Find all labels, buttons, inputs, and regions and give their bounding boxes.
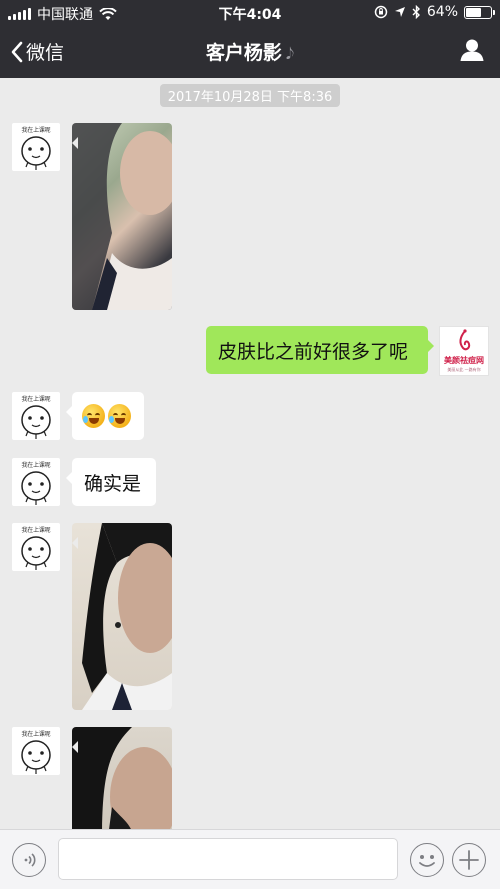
header: 中国联通 下午4:04 64% 微信 客户杨影 𝅘𝅥𝅮: [0, 0, 500, 78]
photo-content: [72, 123, 172, 310]
contact-avatar[interactable]: 我在上课呢: [12, 458, 60, 506]
nav-bar: 微信 客户杨影 𝅘𝅥𝅮: [0, 26, 500, 78]
crying-laughing-emoji: [108, 404, 131, 428]
photo-content: [82, 523, 172, 710]
battery-percent: 64%: [426, 4, 458, 20]
message-input[interactable]: [58, 838, 398, 880]
cartoon-face-icon: [21, 471, 51, 505]
crying-laughing-emoji: [82, 404, 105, 428]
cartoon-face-icon: [21, 136, 51, 170]
cartoon-face-icon: [21, 405, 51, 439]
contact-avatar[interactable]: 我在上课呢: [12, 523, 60, 571]
cartoon-face-icon: [21, 536, 51, 570]
timestamp: 2017年10月28日 下午8:36: [0, 84, 500, 107]
photo-content: [72, 727, 172, 829]
chat-area[interactable]: 2017年10月28日 下午8:36 我在上课呢 皮肤比之前好很多了呢 美颜祛痘…: [0, 78, 500, 829]
sent-message-bubble[interactable]: 皮肤比之前好很多了呢: [206, 326, 434, 374]
battery-level: [466, 7, 481, 17]
chat-title: 客户杨影 𝅘𝅥𝅮: [0, 38, 500, 65]
location-icon: [394, 7, 405, 17]
profile-button[interactable]: [460, 38, 484, 66]
photo-message[interactable]: [72, 727, 172, 829]
more-button[interactable]: [452, 843, 486, 877]
battery-icon: [464, 5, 495, 19]
received-message-bubble[interactable]: 确实是: [66, 458, 156, 506]
photo-message[interactable]: [72, 523, 172, 710]
contact-avatar[interactable]: 我在上课呢: [12, 727, 60, 775]
input-toolbar: [0, 829, 500, 889]
emoji-icon: [419, 855, 435, 867]
brand-slogan: 美丽从此 一路有你: [447, 367, 481, 372]
voice-button[interactable]: [12, 843, 46, 877]
my-avatar[interactable]: 美颜祛痘网 美丽从此 一路有你: [439, 326, 489, 376]
photo-message[interactable]: [72, 123, 172, 310]
received-message-bubble[interactable]: [66, 392, 144, 440]
cartoon-face-icon: [21, 740, 51, 774]
message-text: 确实是: [84, 472, 142, 495]
orientation-lock-icon: [374, 5, 388, 19]
status-bar: 中国联通 下午4:04 64%: [0, 0, 500, 26]
emoji-button[interactable]: [410, 843, 444, 877]
brand-name: 美颜祛痘网: [444, 356, 484, 365]
timestamp-text: 2017年10月28日 下午8:36: [159, 84, 341, 107]
chat-title-text: 客户杨影: [205, 42, 282, 64]
brand-logo-icon: [459, 329, 471, 351]
message-text: 皮肤比之前好很多了呢: [218, 340, 409, 363]
voice-icon: [24, 853, 36, 867]
contact-avatar[interactable]: 我在上课呢: [12, 392, 60, 440]
contact-avatar[interactable]: 我在上课呢: [12, 123, 60, 171]
bluetooth-icon: [412, 5, 420, 19]
earpiece-mode-icon: 𝅘𝅥𝅮: [285, 44, 295, 63]
plus-icon: [459, 850, 479, 870]
person-icon: [460, 39, 484, 61]
